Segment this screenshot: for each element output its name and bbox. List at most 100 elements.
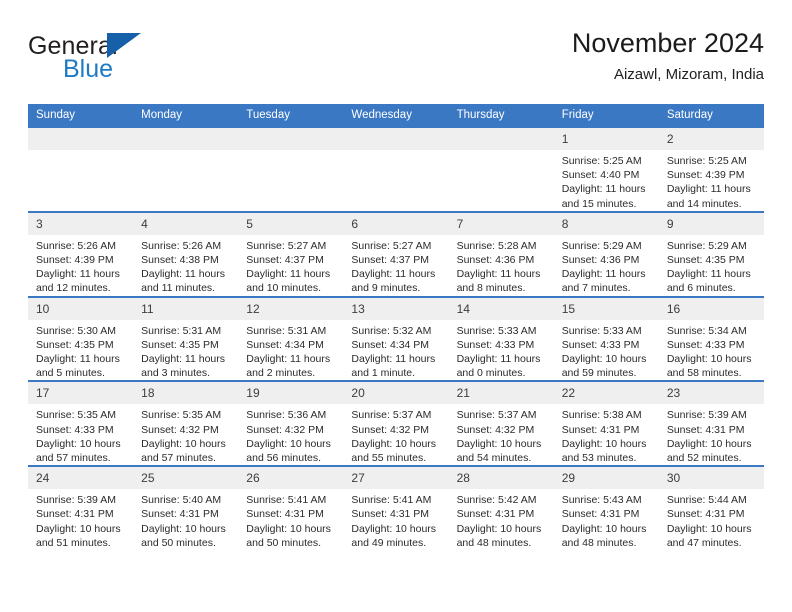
sunrise-text: Sunrise: 5:31 AM <box>141 324 222 337</box>
calendar-day-cell[interactable]: 16 Sunrise: 5:34 AM Sunset: 4:33 PM Dayligh… <box>658 295 764 382</box>
sunrise-text: Sunrise: 5:41 AM <box>351 494 432 507</box>
calendar-day-cell[interactable]: 25 Sunrise: 5:40 AM Sunset: 4:31 PM Dayligh… <box>133 465 239 551</box>
calendar-day-cell[interactable]: 19 Sunrise: 5:36 AM Sunset: 4:32 PM Dayligh… <box>238 380 344 467</box>
calendar-day-cell[interactable]: 15 Sunrise: 5:33 AM Sunset: 4:33 PM Dayligh… <box>553 295 659 382</box>
day-details: Sunrise: 5:35 AM Sunset: 4:32 PM Daylight:… <box>133 404 238 465</box>
calendar-week-row: 3 Sunrise: 5:26 AM Sunset: 4:39 PM Daylight… <box>28 210 764 297</box>
calendar-day-cell[interactable]: 23 Sunrise: 5:39 AM Sunset: 4:31 PM Dayligh… <box>658 380 764 467</box>
weekday-header-tuesday: Tuesday <box>238 104 344 127</box>
calendar-day-cell[interactable]: 12 Sunrise: 5:31 AM Sunset: 4:34 PM Dayligh… <box>238 295 344 382</box>
sunrise-text: Sunrise: 5:34 AM <box>666 324 747 337</box>
sunrise-text: Sunrise: 5:33 AM <box>456 324 537 337</box>
calendar-day-cell[interactable]: 10 Sunrise: 5:30 AM Sunset: 4:35 PM Dayligh… <box>28 295 134 382</box>
day-number: 21 <box>448 382 554 405</box>
day-number: 10 <box>28 297 134 320</box>
calendar-day-cell[interactable]: 4 Sunrise: 5:26 AM Sunset: 4:38 PM Daylight… <box>133 210 239 297</box>
day-details: Sunrise: 5:32 AM Sunset: 4:34 PM Daylight:… <box>343 320 448 381</box>
day-number: 23 <box>658 382 764 405</box>
calendar-day-cell-empty <box>133 126 239 212</box>
day-number: 24 <box>28 467 134 490</box>
sunrise-text: Sunrise: 5:29 AM <box>561 239 642 252</box>
daylight-text: Daylight: 11 hours and 3 minutes. <box>141 353 225 380</box>
day-details: Sunrise: 5:39 AM Sunset: 4:31 PM Daylight:… <box>659 404 764 465</box>
title-block: November 2024 Aizawl, Mizoram, India <box>572 26 764 84</box>
calendar-day-cell[interactable]: 20 Sunrise: 5:37 AM Sunset: 4:32 PM Dayligh… <box>343 380 449 467</box>
calendar-day-cell[interactable]: 3 Sunrise: 5:26 AM Sunset: 4:39 PM Daylight… <box>28 210 134 297</box>
sunset-text: Sunset: 4:31 PM <box>561 423 640 436</box>
calendar-day-cell[interactable]: 24 Sunrise: 5:39 AM Sunset: 4:31 PM Dayligh… <box>28 465 134 551</box>
day-details: Sunrise: 5:40 AM Sunset: 4:31 PM Daylight:… <box>133 489 238 550</box>
calendar-day-cell[interactable]: 11 Sunrise: 5:31 AM Sunset: 4:35 PM Dayligh… <box>133 295 239 382</box>
general-blue-logo[interactable]: General Blue <box>28 32 258 88</box>
calendar-week-row: 10 Sunrise: 5:30 AM Sunset: 4:35 PM Dayligh… <box>28 295 764 382</box>
day-details: Sunrise: 5:25 AM Sunset: 4:39 PM Daylight:… <box>659 150 764 211</box>
sunrise-text: Sunrise: 5:26 AM <box>36 239 116 252</box>
sunrise-text: Sunrise: 5:35 AM <box>36 409 116 422</box>
sunset-text: Sunset: 4:36 PM <box>456 254 535 267</box>
day-details: Sunrise: 5:31 AM Sunset: 4:35 PM Daylight:… <box>133 320 238 381</box>
weekday-header-sunday: Sunday <box>28 104 134 127</box>
daylight-text: Daylight: 10 hours and 48 minutes. <box>456 522 542 549</box>
calendar-week-row: 17 Sunrise: 5:35 AM Sunset: 4:33 PM Dayligh… <box>28 380 764 467</box>
day-number: 14 <box>448 297 554 320</box>
calendar-day-cell[interactable]: 22 Sunrise: 5:38 AM Sunset: 4:31 PM Dayligh… <box>553 380 659 467</box>
sunrise-text: Sunrise: 5:39 AM <box>36 494 116 507</box>
calendar-day-cell[interactable]: 9 Sunrise: 5:29 AM Sunset: 4:35 PM Daylight… <box>658 210 764 297</box>
calendar-day-cell[interactable]: 8 Sunrise: 5:29 AM Sunset: 4:36 PM Daylight… <box>553 210 659 297</box>
calendar-day-cell-empty <box>448 126 554 212</box>
calendar-day-cell[interactable]: 13 Sunrise: 5:32 AM Sunset: 4:34 PM Dayligh… <box>343 295 449 382</box>
calendar-day-cell[interactable]: 28 Sunrise: 5:42 AM Sunset: 4:31 PM Dayligh… <box>448 465 554 551</box>
day-number: 28 <box>448 467 554 490</box>
sunrise-text: Sunrise: 5:28 AM <box>456 239 537 252</box>
calendar-day-cell[interactable]: 27 Sunrise: 5:41 AM Sunset: 4:31 PM Dayligh… <box>343 465 449 551</box>
day-number: 19 <box>238 382 344 405</box>
day-details: Sunrise: 5:35 AM Sunset: 4:33 PM Daylight:… <box>28 404 133 465</box>
sunset-text: Sunset: 4:32 PM <box>141 423 219 436</box>
day-details: Sunrise: 5:29 AM Sunset: 4:35 PM Daylight:… <box>659 235 764 296</box>
sunrise-text: Sunrise: 5:37 AM <box>351 409 432 422</box>
calendar-day-cell[interactable]: 14 Sunrise: 5:33 AM Sunset: 4:33 PM Dayligh… <box>448 295 554 382</box>
calendar-day-cell[interactable]: 29 Sunrise: 5:43 AM Sunset: 4:31 PM Dayligh… <box>553 465 659 551</box>
day-details: Sunrise: 5:27 AM Sunset: 4:37 PM Daylight:… <box>238 235 343 296</box>
day-details: Sunrise: 5:43 AM Sunset: 4:31 PM Daylight:… <box>554 489 659 550</box>
sunrise-text: Sunrise: 5:36 AM <box>246 409 327 422</box>
calendar-day-cell[interactable]: 30 Sunrise: 5:44 AM Sunset: 4:31 PM Dayligh… <box>658 465 764 551</box>
sunrise-text: Sunrise: 5:35 AM <box>141 409 222 422</box>
calendar-day-cell[interactable]: 1 Sunrise: 5:25 AM Sunset: 4:40 PM Daylight… <box>553 126 659 212</box>
day-number: 15 <box>553 297 659 320</box>
sunset-text: Sunset: 4:35 PM <box>36 338 114 351</box>
day-number: 22 <box>553 382 659 405</box>
sunrise-text: Sunrise: 5:32 AM <box>351 324 432 337</box>
calendar-day-cell[interactable]: 6 Sunrise: 5:27 AM Sunset: 4:37 PM Daylight… <box>343 210 449 297</box>
daylight-text: Daylight: 10 hours and 57 minutes. <box>141 437 226 465</box>
day-details: Sunrise: 5:41 AM Sunset: 4:31 PM Daylight:… <box>238 489 343 550</box>
daylight-text: Daylight: 11 hours and 1 minute. <box>351 353 436 380</box>
sunset-text: Sunset: 4:37 PM <box>351 254 430 267</box>
day-details: Sunrise: 5:42 AM Sunset: 4:31 PM Daylight:… <box>449 489 554 550</box>
day-number: 11 <box>133 297 239 320</box>
day-number: 7 <box>448 212 554 235</box>
calendar-day-cell[interactable]: 17 Sunrise: 5:35 AM Sunset: 4:33 PM Dayligh… <box>28 380 134 467</box>
sunset-text: Sunset: 4:39 PM <box>36 254 114 267</box>
sunrise-text: Sunrise: 5:44 AM <box>666 494 747 507</box>
calendar-day-cell[interactable]: 2 Sunrise: 5:25 AM Sunset: 4:39 PM Daylight… <box>658 126 764 212</box>
calendar-day-cell[interactable]: 18 Sunrise: 5:35 AM Sunset: 4:32 PM Dayligh… <box>133 380 239 467</box>
day-number: 4 <box>133 212 239 235</box>
calendar-day-cell[interactable]: 5 Sunrise: 5:27 AM Sunset: 4:37 PM Daylight… <box>238 210 344 297</box>
day-details: Sunrise: 5:33 AM Sunset: 4:33 PM Daylight:… <box>449 320 554 381</box>
calendar-day-cell[interactable]: 7 Sunrise: 5:28 AM Sunset: 4:36 PM Daylight… <box>448 210 554 297</box>
daylight-text: Daylight: 11 hours and 12 minutes. <box>36 268 120 295</box>
weekday-header-monday: Monday <box>133 104 239 127</box>
day-details: Sunrise: 5:28 AM Sunset: 4:36 PM Daylight:… <box>449 235 554 296</box>
calendar-day-cell[interactable]: 21 Sunrise: 5:37 AM Sunset: 4:32 PM Dayligh… <box>448 380 554 467</box>
day-details: Sunrise: 5:37 AM Sunset: 4:32 PM Daylight:… <box>449 404 554 465</box>
calendar-day-cell[interactable]: 26 Sunrise: 5:41 AM Sunset: 4:31 PM Dayligh… <box>238 465 344 551</box>
calendar-header-row: Sunday Monday Tuesday Wednesday Thursday… <box>28 104 764 127</box>
sunset-text: Sunset: 4:33 PM <box>561 338 640 351</box>
day-details: Sunrise: 5:36 AM Sunset: 4:32 PM Daylight:… <box>238 404 343 465</box>
day-number <box>448 128 554 150</box>
daylight-text: Daylight: 11 hours and 5 minutes. <box>36 353 120 380</box>
sunset-text: Sunset: 4:31 PM <box>351 508 430 521</box>
day-details: Sunrise: 5:34 AM Sunset: 4:33 PM Daylight:… <box>659 320 764 381</box>
sunset-text: Sunset: 4:39 PM <box>666 169 745 182</box>
